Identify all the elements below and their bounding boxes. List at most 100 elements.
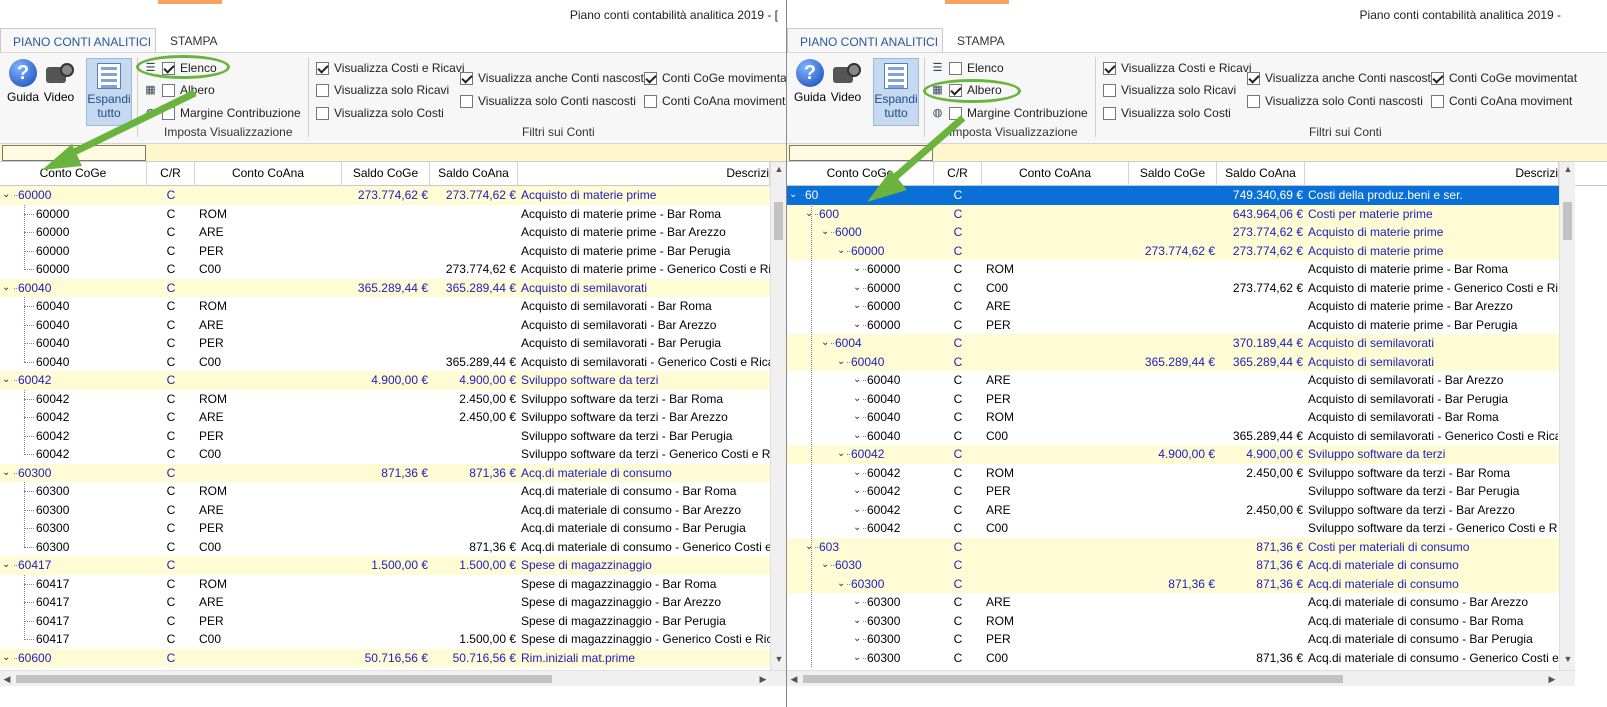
table-row[interactable]: 60300 C ARE Acq.di materiale di consumo - B… <box>0 501 770 520</box>
table-group-row[interactable]: ⌄ 60040 C 365.289,44 € 365.289,44 € Acquisto … <box>787 352 1559 371</box>
margine-checkbox[interactable] <box>949 106 962 120</box>
col-conto-coge[interactable]: Conto CoGe <box>787 162 934 186</box>
table-row[interactable]: ⌄ 60042 C C00 Sviluppo software da terzi - G… <box>787 519 1559 538</box>
scroll-down-arrow[interactable]: ▼ <box>1560 654 1576 664</box>
scroll-up-arrow[interactable]: ▲ <box>1560 164 1576 174</box>
table-group-row[interactable]: ⌄ 60042 C 4.900,00 € 4.900,00 € Sviluppo soft… <box>0 371 770 390</box>
coge-mov-option[interactable]: Conti CoGe movimentat <box>644 69 786 87</box>
chevron-down-icon[interactable]: ⌄ <box>853 390 861 408</box>
col-saldo-coge[interactable]: Saldo CoGe <box>1129 162 1217 186</box>
chevron-down-icon[interactable]: ⌄ <box>853 371 861 389</box>
chevron-down-icon[interactable]: ⌄ <box>853 408 861 426</box>
vis-solo-costi-checkbox[interactable] <box>1103 106 1116 120</box>
coge-mov-checkbox[interactable] <box>1431 71 1444 85</box>
table-row[interactable]: ⌄ 60000 C ROM Acquisto di materie prime - Ba… <box>787 260 1559 279</box>
chevron-down-icon[interactable]: ⌄ <box>2 464 10 482</box>
vertical-scrollbar[interactable]: ▲ ▼ <box>1559 162 1575 670</box>
table-group-row[interactable]: ⌄ 60 C 749.340,69 € Costi della produz.beni … <box>787 186 1559 205</box>
horizontal-scrollbar[interactable]: ◀ ▶ <box>787 670 1575 686</box>
table-row[interactable]: 60040 C ARE Acquisto di semilavorati - Bar … <box>0 316 770 335</box>
col-conto-coana[interactable]: Conto CoAna <box>982 162 1129 186</box>
vis-anche-nascosti-checkbox[interactable] <box>460 71 473 85</box>
scroll-down-arrow[interactable]: ▼ <box>771 654 786 664</box>
chevron-down-icon[interactable]: ⌄ <box>821 556 829 574</box>
scroll-left-arrow[interactable]: ◀ <box>0 671 14 687</box>
video-button[interactable]: Video <box>829 59 863 104</box>
table-row[interactable]: 60040 C PER Acquisto di semilavorati - Bar … <box>0 334 770 353</box>
col-descrizione[interactable]: Descrizi <box>518 162 770 186</box>
chevron-down-icon[interactable]: ⌄ <box>853 279 861 297</box>
chevron-down-icon[interactable]: ⌄ <box>805 205 813 223</box>
table-row[interactable]: 60300 C PER Acq.di materiale di consumo - B… <box>0 519 770 538</box>
vertical-scrollbar[interactable]: ▲ ▼ <box>770 162 786 670</box>
vis-solo-ricavi-option[interactable]: Visualizza solo Ricavi <box>1103 81 1236 99</box>
chevron-down-icon[interactable]: ⌄ <box>821 223 829 241</box>
chevron-down-icon[interactable]: ⌄ <box>2 556 10 574</box>
tab-piano-conti-analitici[interactable]: PIANO CONTI ANALITICI <box>0 28 156 52</box>
table-row[interactable]: 60000 C C00 273.774,62 € Acquisto di materie… <box>0 260 770 279</box>
table-group-row[interactable]: ⌄ 600 C 643.964,06 € Costi per materie prime <box>787 204 1559 223</box>
vis-anche-nascosti-option[interactable]: Visualizza anche Conti nascosti <box>460 69 647 87</box>
table-group-row[interactable]: ⌄ 60000 C 273.774,62 € 273.774,62 € Acquisto … <box>0 186 770 205</box>
vis-costi-ricavi-option[interactable]: Visualizza Costi e Ricavi <box>316 59 465 77</box>
table-row[interactable]: 60040 C C00 365.289,44 € Acquisto di semilav… <box>0 353 770 372</box>
albero-checkbox[interactable] <box>162 83 175 97</box>
chevron-down-icon[interactable]: ⌄ <box>805 538 813 556</box>
chevron-down-icon[interactable]: ⌄ <box>2 186 10 204</box>
scroll-right-arrow[interactable]: ▶ <box>756 671 770 687</box>
col-cr[interactable]: C/R <box>934 162 982 186</box>
col-saldo-coana[interactable]: Saldo CoAna <box>430 162 518 186</box>
chevron-down-icon[interactable]: ⌄ <box>853 612 861 630</box>
table-group-row[interactable]: ⌄ 60300 C 871,36 € 871,36 € Acq.di materiale … <box>0 463 770 482</box>
chevron-down-icon[interactable]: ⌄ <box>837 353 845 371</box>
chevron-down-icon[interactable]: ⌄ <box>853 316 861 334</box>
vis-solo-costi-option[interactable]: Visualizza solo Costi <box>1103 104 1231 122</box>
guida-button[interactable]: ? Guida <box>793 59 827 104</box>
chevron-down-icon[interactable]: ⌄ <box>789 186 797 204</box>
table-row[interactable]: ⌄ 60040 C PER Acquisto di semilavorati - Bar… <box>787 390 1559 409</box>
chevron-down-icon[interactable]: ⌄ <box>853 519 861 537</box>
table-group-row[interactable]: ⌄ 6004 C 370.189,44 € Acquisto di semilavora… <box>787 334 1559 353</box>
table-row[interactable]: 60300 C ROM Acq.di materiale di consumo - B… <box>0 482 770 501</box>
col-cr[interactable]: C/R <box>147 162 195 186</box>
col-conto-coana[interactable]: Conto CoAna <box>195 162 342 186</box>
table-row[interactable]: 60042 C C00 Sviluppo software da terzi - Ge… <box>0 445 770 464</box>
hscroll-thumb[interactable] <box>803 675 1343 683</box>
table-group-row[interactable]: ⌄ 60300 C 871,36 € 871,36 € Acq.di materiale … <box>787 574 1559 593</box>
table-row[interactable]: ⌄ 60042 C ARE 2.450,00 € Sviluppo software da… <box>787 501 1559 520</box>
margine-option[interactable]: ◍ Margine Contribuzione <box>144 104 301 122</box>
scroll-thumb[interactable] <box>774 202 783 240</box>
scroll-thumb[interactable] <box>1563 202 1572 240</box>
table-row[interactable]: ⌄ 60300 C C00 871,36 € Acq.di materiale di co… <box>787 649 1559 668</box>
hscroll-thumb[interactable] <box>16 675 552 683</box>
table-group-row[interactable]: ⌄ 6000 C 273.774,62 € Acquisto di materie pr… <box>787 223 1559 242</box>
coana-mov-option[interactable]: Conti CoAna moviment <box>1431 92 1572 110</box>
coana-mov-checkbox[interactable] <box>644 94 657 108</box>
table-row[interactable]: ⌄ 60040 C ARE Acquisto di semilavorati - Bar… <box>787 371 1559 390</box>
table-group-row[interactable]: ⌄ 60040 C 365.289,44 € 365.289,44 € Acquisto … <box>0 278 770 297</box>
chevron-down-icon[interactable]: ⌄ <box>853 501 861 519</box>
table-row[interactable]: ⌄ 60042 C PER Sviluppo software da terzi - B… <box>787 482 1559 501</box>
horizontal-scrollbar[interactable]: ◀ ▶ <box>0 670 786 686</box>
table-group-row[interactable]: ⌄ 60042 C 4.900,00 € 4.900,00 € Sviluppo soft… <box>787 445 1559 464</box>
espandi-tutto-button[interactable]: Espandi tutto <box>86 58 132 126</box>
chevron-down-icon[interactable]: ⌄ <box>853 297 861 315</box>
col-saldo-coge[interactable]: Saldo CoGe <box>342 162 430 186</box>
chevron-down-icon[interactable]: ⌄ <box>853 630 861 648</box>
chevron-down-icon[interactable]: ⌄ <box>853 260 861 278</box>
tab-stampa[interactable]: STAMPA <box>945 28 1017 52</box>
chevron-down-icon[interactable]: ⌄ <box>853 649 861 667</box>
table-row[interactable]: 60042 C ROM 2.450,00 € Sviluppo software da … <box>0 390 770 409</box>
table-row[interactable]: 60417 C ROM Spese di magazzinaggio - Bar Ro… <box>0 575 770 594</box>
vis-solo-costi-checkbox[interactable] <box>316 106 329 120</box>
table-row[interactable]: 60417 C ARE Spese di magazzinaggio - Bar Ar… <box>0 593 770 612</box>
guida-button[interactable]: ? Guida <box>6 59 40 104</box>
filter-coge-input[interactable] <box>2 145 146 161</box>
table-row[interactable]: ⌄ 60000 C C00 273.774,62 € Acquisto di materi… <box>787 279 1559 298</box>
table-row[interactable]: 60042 C ARE 2.450,00 € Sviluppo software da … <box>0 408 770 427</box>
margine-option[interactable]: ◍ Margine Contribuzione <box>931 104 1088 122</box>
scroll-right-arrow[interactable]: ▶ <box>1545 671 1559 687</box>
chevron-down-icon[interactable]: ⌄ <box>853 482 861 500</box>
table-row[interactable]: 60042 C PER Sviluppo software da terzi - Ba… <box>0 427 770 446</box>
video-button[interactable]: Video <box>42 59 76 104</box>
